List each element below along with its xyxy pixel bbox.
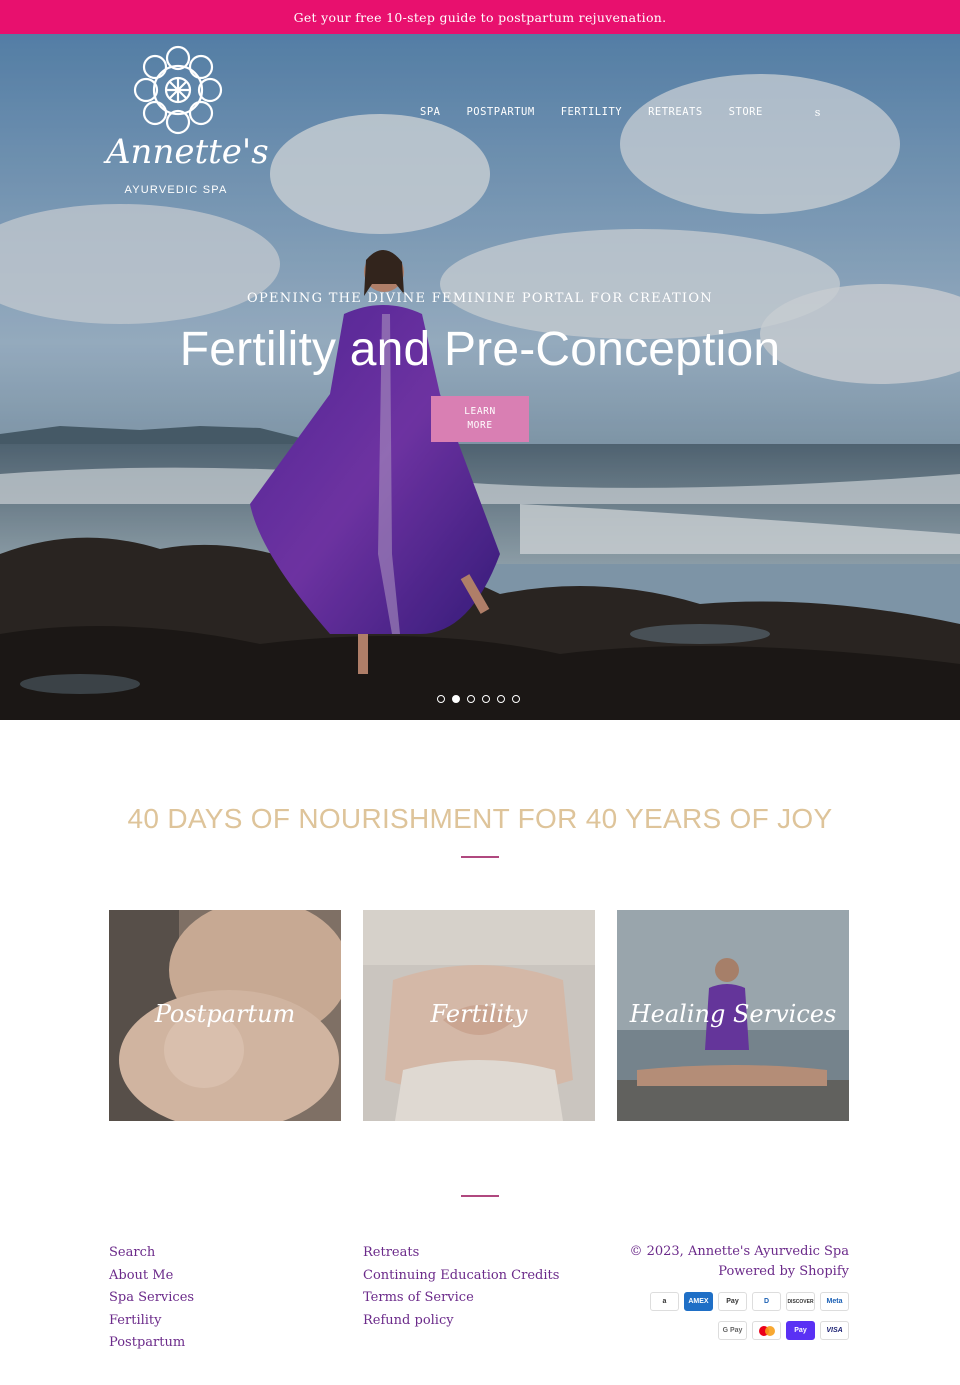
- nav-spa[interactable]: SPA: [420, 106, 440, 119]
- mandala-logo-icon: [133, 45, 223, 135]
- slide-dot[interactable]: [497, 695, 505, 703]
- main-nav: SPA POSTPARTUM FERTILITY RETREATS STORE …: [420, 106, 847, 119]
- announcement-text[interactable]: Get your free 10-step guide to postpartu…: [294, 10, 667, 25]
- footer-link-ce-credits[interactable]: Continuing Education Credits: [363, 1265, 559, 1288]
- search-icon[interactable]: s: [815, 106, 821, 119]
- learn-more-button[interactable]: LEARN MORE: [431, 396, 529, 442]
- footer-links-col1: Search About Me Spa Services Fertility P…: [109, 1242, 194, 1355]
- footer-divider: [461, 1195, 499, 1197]
- footer-link-search[interactable]: Search: [109, 1242, 194, 1265]
- slide-dot[interactable]: [482, 695, 490, 703]
- hero-slideshow: Annette's AYURVEDIC SPA SPA POSTPARTUM F…: [0, 34, 960, 720]
- card-label: Healing Services: [629, 1000, 837, 1028]
- payment-icons-row2: G Pay Pay VISA: [718, 1321, 849, 1340]
- amex-icon: AMEX: [684, 1292, 713, 1311]
- footer-links-col2: Retreats Continuing Education Credits Te…: [363, 1242, 559, 1332]
- footer-link-spa-services[interactable]: Spa Services: [109, 1287, 194, 1310]
- slide-dot-active[interactable]: [452, 695, 460, 703]
- payment-icons-row1: a AMEX Pay D DISCOVER Meta: [650, 1292, 849, 1311]
- learn-more-label: LEARN MORE: [464, 406, 496, 431]
- shop-pay-icon: Pay: [786, 1321, 815, 1340]
- slide-dots: [437, 695, 520, 703]
- mastercard-circles-icon: [758, 1325, 775, 1336]
- logo-subtitle: AYURVEDIC SPA: [124, 184, 228, 196]
- footer-link-terms[interactable]: Terms of Service: [363, 1287, 559, 1310]
- powered-by-link[interactable]: Powered by Shopify: [629, 1262, 849, 1282]
- card-label: Postpartum: [154, 1000, 296, 1028]
- footer-link-postpartum[interactable]: Postpartum: [109, 1332, 194, 1355]
- copyright-text[interactable]: © 2023, Annette's Ayurvedic Spa: [629, 1242, 849, 1262]
- nav-store[interactable]: STORE: [729, 106, 763, 119]
- discover-icon: DISCOVER: [786, 1292, 815, 1311]
- hero-title: Fertility and Pre-Conception: [179, 323, 781, 376]
- visa-icon: VISA: [820, 1321, 849, 1340]
- nav-fertility[interactable]: FERTILITY: [561, 106, 622, 119]
- footer-link-fertility[interactable]: Fertility: [109, 1310, 194, 1333]
- slide-dot[interactable]: [467, 695, 475, 703]
- collection-card-fertility[interactable]: Fertility: [363, 910, 595, 1121]
- footer-link-refund[interactable]: Refund policy: [363, 1310, 559, 1333]
- nav-retreats[interactable]: RETREATS: [648, 106, 703, 119]
- collection-card-healing-services[interactable]: Healing Services: [617, 910, 849, 1121]
- collection-card-postpartum[interactable]: Postpartum: [109, 910, 341, 1121]
- slide-dot[interactable]: [437, 695, 445, 703]
- divider: [461, 856, 499, 858]
- hero-eyebrow: OPENING THE DIVINE FEMININE PORTAL FOR C…: [247, 291, 713, 306]
- footer-link-retreats[interactable]: Retreats: [363, 1242, 559, 1265]
- footer-link-about[interactable]: About Me: [109, 1265, 194, 1288]
- mastercard-icon: [752, 1321, 781, 1340]
- card-label: Fertility: [430, 1000, 528, 1028]
- diners-club-icon: D: [752, 1292, 781, 1311]
- meta-pay-icon: Meta: [820, 1292, 849, 1311]
- nav-postpartum[interactable]: POSTPARTUM: [466, 106, 534, 119]
- apple-pay-icon: Pay: [718, 1292, 747, 1311]
- amazon-pay-icon: a: [650, 1292, 679, 1311]
- footer-legal: © 2023, Annette's Ayurvedic Spa Powered …: [629, 1242, 849, 1282]
- google-pay-icon: G Pay: [718, 1321, 747, 1340]
- site-logo[interactable]: Annette's AYURVEDIC SPA: [106, 44, 269, 196]
- section-heading: 40 DAYS OF NOURISHMENT FOR 40 YEARS OF J…: [127, 803, 833, 834]
- announcement-bar[interactable]: Get your free 10-step guide to postpartu…: [0, 0, 960, 34]
- slide-dot[interactable]: [512, 695, 520, 703]
- logo-wordmark: Annette's: [106, 132, 269, 172]
